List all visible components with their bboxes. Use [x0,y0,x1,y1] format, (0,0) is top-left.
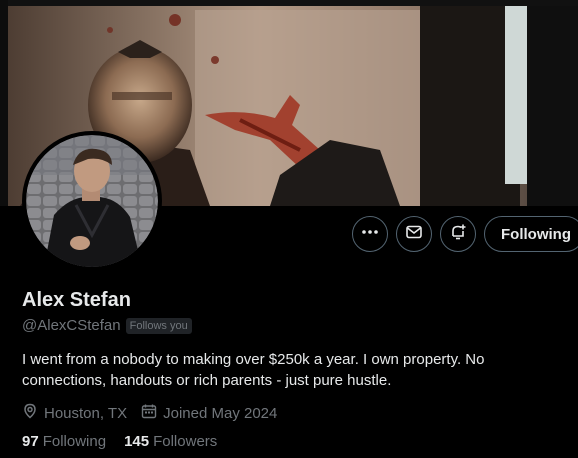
bell-plus-icon [449,223,467,246]
following-count: 97 [22,433,39,450]
banner-frame-left [0,0,8,206]
avatar-image [26,135,158,267]
joined-text: Joined May 2024 [163,404,278,422]
joined-item: Joined May 2024 [141,403,277,423]
location-icon [22,403,38,423]
followers-link[interactable]: 145 Followers [124,433,217,450]
followers-count: 145 [124,433,150,450]
message-button[interactable] [396,216,432,252]
avatar[interactable] [22,131,162,271]
following-label: Following [42,433,107,450]
mail-icon [405,223,423,246]
following-button-label: Following [501,225,571,243]
profile-handle: @AlexCStefan [22,317,121,334]
profile-stats: 97 Following 145 Followers [22,433,235,450]
more-icon [361,223,379,246]
profile-meta: Houston, TX Joined May 2024 [22,403,291,423]
handle-row: @AlexCStefan Follows you [22,317,192,334]
location-item: Houston, TX [22,403,127,423]
profile-name: Alex Stefan [22,289,131,311]
location-text: Houston, TX [44,404,128,422]
follows-you-badge: Follows you [125,317,192,334]
following-link[interactable]: 97 Following [22,433,106,450]
profile-bio: I went from a nobody to making over $250… [22,351,485,389]
following-button[interactable]: Following [484,216,578,252]
calendar-icon [141,403,157,423]
followers-label: Followers [153,433,218,450]
notify-button[interactable] [440,216,476,252]
more-button[interactable] [352,216,388,252]
banner-frame-top [0,0,578,6]
